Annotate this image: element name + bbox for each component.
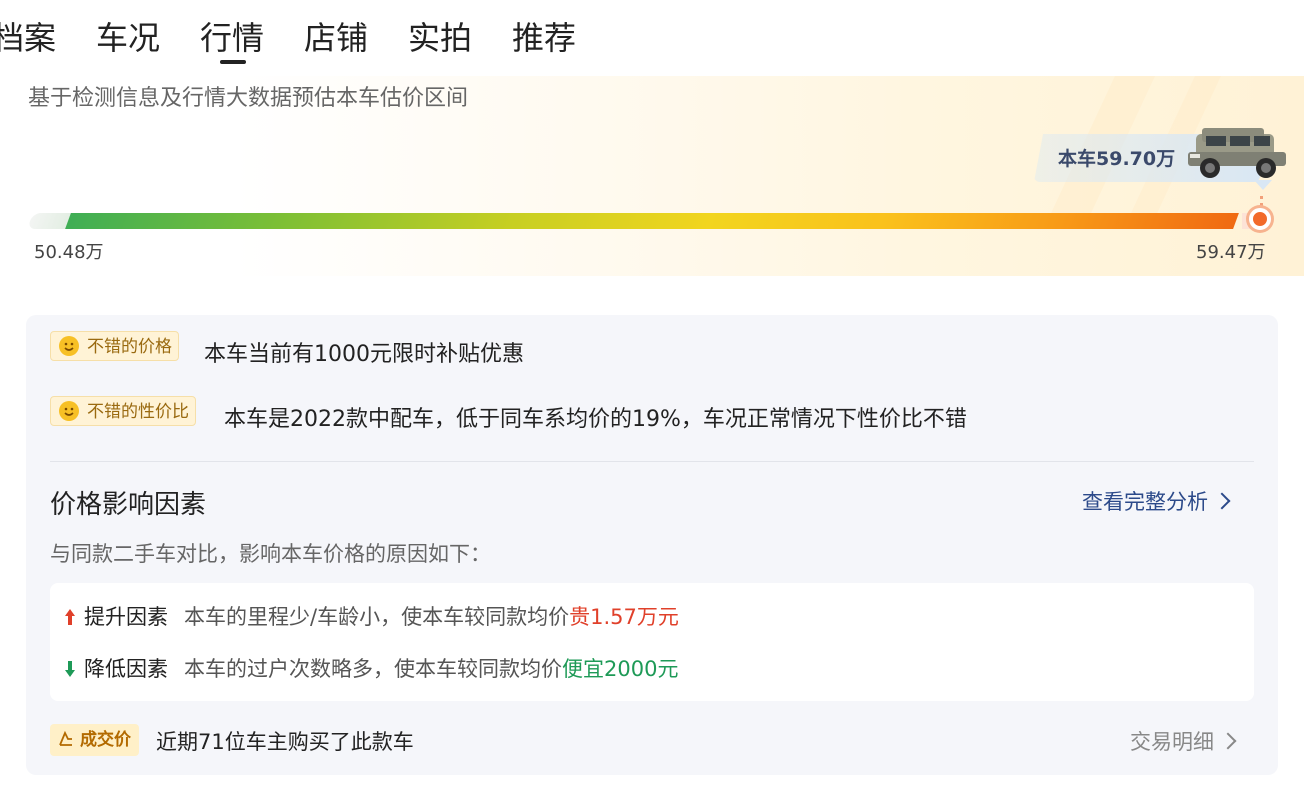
tab-archive[interactable]: 档案 — [0, 16, 56, 60]
divider — [50, 461, 1254, 462]
price-max-label: 59.47万 — [1196, 242, 1266, 263]
tab-bar: 档案 车况 行情 店铺 实拍 推荐 — [0, 0, 1304, 70]
factor-list: 提升因素 本车的里程少/车龄小，使本车较同款均价贵1.57万元 降低因素 本车的过户… — [50, 583, 1254, 701]
price-min-label: 50.48万 — [34, 242, 104, 263]
factor-amount: 便宜2000元 — [562, 657, 679, 681]
good-value-tag: 不错的性价比 — [50, 396, 196, 426]
view-full-analysis-link[interactable]: 查看完整分析 — [1082, 486, 1231, 516]
factor-description: 本车的过户次数略多，使本车较同款均价 — [184, 657, 562, 681]
deal-summary: 近期71位车主购买了此款车 — [156, 730, 414, 754]
factor-row-down: 降低因素 本车的过户次数略多，使本车较同款均价便宜2000元 — [64, 653, 678, 683]
factor-amount: 贵1.57万元 — [569, 605, 679, 629]
factor-description: 本车的里程少/车龄小，使本车较同款均价 — [184, 605, 570, 629]
tag-label: 不错的性价比 — [87, 402, 189, 422]
deal-price-tag: 成交价 — [50, 724, 139, 756]
price-factors-title: 价格影响因素 — [50, 490, 207, 520]
tag-icon — [59, 731, 72, 746]
car-thumbnail — [1188, 128, 1286, 178]
smile-icon — [59, 336, 79, 356]
highlight-text: 本车是2022款中配车，低于同车系均价的19%，车况正常情况下性价比不错 — [224, 407, 967, 432]
marker-dotted-line — [1260, 196, 1267, 206]
active-tab-indicator — [220, 60, 246, 64]
link-label: 交易明细 — [1130, 730, 1214, 754]
this-car-price: 本车59.70万 — [1058, 148, 1176, 170]
arrow-down-icon — [65, 661, 75, 677]
tab-recommend[interactable]: 推荐 — [512, 16, 576, 60]
factor-label: 提升因素 — [84, 605, 168, 629]
bar-gradient-fill — [65, 213, 1239, 229]
price-factors-subtitle: 与同款二手车对比，影响本车价格的原因如下： — [50, 542, 491, 566]
this-car-marker — [1249, 208, 1271, 230]
transaction-details-link[interactable]: 交易明细 — [1130, 726, 1237, 756]
tab-store[interactable]: 店铺 — [304, 16, 368, 60]
tab-market[interactable]: 行情 — [200, 16, 264, 60]
highlight-text: 本车当前有1000元限时补贴优惠 — [204, 342, 524, 367]
price-range-bar — [27, 213, 1270, 229]
chevron-right-icon — [1219, 732, 1237, 750]
factor-label: 降低因素 — [84, 657, 168, 681]
smile-icon — [59, 401, 79, 421]
chevron-right-icon — [1213, 492, 1231, 510]
good-price-tag: 不错的价格 — [50, 331, 179, 361]
link-label: 查看完整分析 — [1082, 490, 1208, 514]
price-band-subtitle: 基于检测信息及行情大数据预估本车估价区间 — [28, 86, 469, 111]
tab-photos[interactable]: 实拍 — [408, 16, 472, 60]
tag-label: 不错的价格 — [87, 337, 172, 357]
deal-tag-label: 成交价 — [80, 730, 131, 750]
arrow-up-icon — [65, 609, 75, 625]
bar-start-segment — [27, 213, 71, 229]
tab-condition[interactable]: 车况 — [96, 16, 160, 60]
factor-row-up: 提升因素 本车的里程少/车龄小，使本车较同款均价贵1.57万元 — [64, 601, 679, 631]
